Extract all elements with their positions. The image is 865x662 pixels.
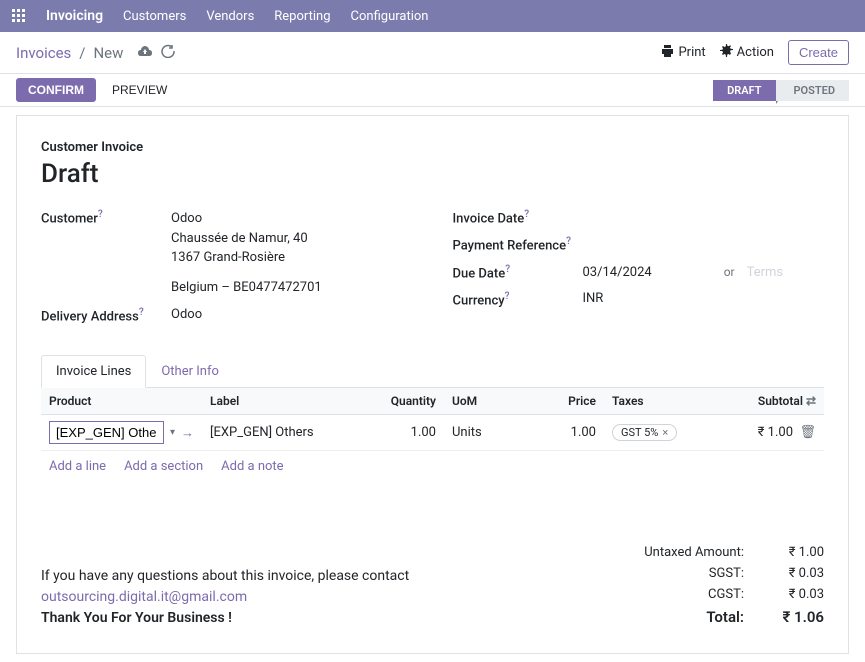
- cp-actions: Print Action Create: [661, 40, 849, 65]
- footer-note: If you have any questions about this inv…: [41, 566, 409, 629]
- line-subtotal: ₹ 1.00: [758, 425, 793, 440]
- col-label: Label: [202, 388, 374, 415]
- breadcrumb-sep: /: [79, 44, 85, 62]
- breadcrumb-root[interactable]: Invoices: [16, 44, 71, 62]
- total-value: ₹ 1.06: [774, 608, 824, 626]
- help-icon[interactable]: ?: [505, 264, 510, 275]
- col-product: Product: [41, 388, 202, 415]
- tax-label: GST 5%: [621, 426, 658, 439]
- control-panel: Invoices / New Print Action Create: [0, 32, 865, 74]
- doc-title: Draft: [41, 159, 824, 189]
- chevron-down-icon[interactable]: ▾: [170, 427, 175, 438]
- help-icon[interactable]: ?: [98, 209, 103, 220]
- nav-customers[interactable]: Customers: [123, 9, 186, 24]
- sgst-value: ₹ 0.03: [774, 566, 824, 581]
- customer-label: Customer?: [41, 209, 171, 297]
- create-button[interactable]: Create: [788, 40, 849, 65]
- tabs: Invoice Lines Other Info: [41, 354, 824, 388]
- printer-icon: [661, 44, 674, 61]
- product-input[interactable]: [49, 421, 164, 444]
- col-qty: Quantity: [374, 388, 444, 415]
- due-date-label: Due Date?: [453, 264, 583, 281]
- tab-other-info[interactable]: Other Info: [146, 355, 234, 388]
- help-icon[interactable]: ?: [505, 291, 510, 302]
- nav-vendors[interactable]: Vendors: [206, 9, 254, 24]
- delivery-value[interactable]: Odoo: [171, 307, 413, 324]
- apps-icon[interactable]: [12, 9, 26, 23]
- table-row: ▾ → [EXP_GEN] Others 1.00 Units 1.00 GST…: [41, 415, 824, 451]
- add-links: Add a line Add a section Add a note: [41, 451, 824, 482]
- remove-tax-icon[interactable]: ×: [662, 426, 668, 439]
- due-date-value[interactable]: 03/14/2024: [583, 265, 652, 280]
- print-label: Print: [678, 45, 705, 60]
- add-line-link[interactable]: Add a line: [49, 459, 106, 474]
- payment-ref-label: Payment Reference?: [453, 236, 603, 253]
- status-posted[interactable]: POSTED: [776, 80, 850, 101]
- action-button[interactable]: Action: [720, 44, 774, 61]
- line-label[interactable]: [EXP_GEN] Others: [202, 415, 374, 451]
- or-text: or: [724, 265, 735, 279]
- payment-ref-value[interactable]: [603, 236, 825, 253]
- total-label: Total:: [634, 608, 744, 626]
- top-navbar: Invoicing Customers Vendors Reporting Co…: [0, 0, 865, 32]
- discard-icon[interactable]: [161, 44, 175, 62]
- breadcrumb-current: New: [93, 44, 123, 62]
- col-taxes: Taxes: [604, 388, 714, 415]
- help-icon[interactable]: ?: [524, 209, 529, 220]
- tax-tag[interactable]: GST 5% ×: [612, 424, 677, 441]
- line-uom[interactable]: Units: [444, 415, 534, 451]
- app-brand[interactable]: Invoicing: [46, 8, 103, 24]
- col-price: Price: [534, 388, 604, 415]
- confirm-button[interactable]: CONFIRM: [16, 78, 96, 102]
- open-record-icon[interactable]: →: [181, 425, 194, 441]
- customer-value[interactable]: Odoo Chaussée de Namur, 40 1367 Grand-Ro…: [171, 209, 413, 297]
- add-section-link[interactable]: Add a section: [124, 459, 203, 474]
- col-subtotal: Subtotal ⇄: [714, 388, 824, 415]
- breadcrumb: Invoices / New: [16, 44, 175, 62]
- help-icon[interactable]: ?: [139, 307, 144, 318]
- totals: Untaxed Amount:₹ 1.00 SGST:₹ 0.03 CGST:₹…: [634, 542, 824, 629]
- invoice-date-label: Invoice Date?: [453, 209, 583, 226]
- cloud-upload-icon[interactable]: [137, 45, 153, 61]
- nav-configuration[interactable]: Configuration: [351, 9, 429, 24]
- contact-email[interactable]: outsourcing.digital.it@gmail.com: [41, 589, 247, 605]
- print-button[interactable]: Print: [661, 44, 705, 61]
- action-label: Action: [737, 45, 774, 60]
- currency-label: Currency?: [453, 291, 583, 308]
- invoice-date-value[interactable]: [583, 209, 825, 226]
- preview-button[interactable]: PREVIEW: [104, 78, 175, 102]
- form-sheet: Customer Invoice Draft Customer? Odoo Ch…: [16, 115, 849, 654]
- terms-placeholder[interactable]: Terms: [747, 265, 784, 280]
- doc-subtitle: Customer Invoice: [41, 140, 824, 155]
- currency-value[interactable]: INR: [583, 291, 825, 308]
- cgst-label: CGST:: [634, 587, 744, 602]
- delivery-label: Delivery Address?: [41, 307, 171, 324]
- button-row: CONFIRM PREVIEW DRAFT POSTED: [0, 74, 865, 107]
- line-qty[interactable]: 1.00: [374, 415, 444, 451]
- help-icon[interactable]: ?: [566, 236, 571, 247]
- nav-reporting[interactable]: Reporting: [274, 9, 330, 24]
- invoice-lines-table: Product Label Quantity UoM Price Taxes S…: [41, 388, 824, 451]
- col-uom: UoM: [444, 388, 534, 415]
- swap-icon[interactable]: ⇄: [806, 394, 816, 408]
- status-draft[interactable]: DRAFT: [713, 80, 775, 101]
- trash-icon[interactable]: 🗑: [799, 425, 816, 440]
- status-bar: DRAFT POSTED: [713, 80, 849, 101]
- tab-invoice-lines[interactable]: Invoice Lines: [41, 355, 146, 388]
- line-price[interactable]: 1.00: [534, 415, 604, 451]
- cgst-value: ₹ 0.03: [774, 587, 824, 602]
- gear-icon: [720, 44, 733, 61]
- add-note-link[interactable]: Add a note: [221, 459, 283, 474]
- sgst-label: SGST:: [634, 566, 744, 581]
